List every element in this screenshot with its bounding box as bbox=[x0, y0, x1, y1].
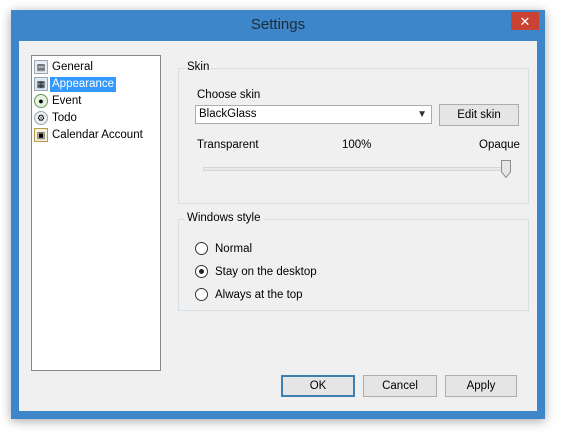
tree-item-general[interactable]: ▤ General bbox=[34, 59, 95, 75]
appearance-icon: ▦ bbox=[34, 77, 48, 91]
radio-stay-on-desktop[interactable]: Stay on the desktop bbox=[195, 265, 317, 278]
edit-skin-label: Edit skin bbox=[457, 109, 501, 121]
radio-normal[interactable]: Normal bbox=[195, 242, 252, 255]
choose-skin-label: Choose skin bbox=[197, 89, 261, 101]
settings-window: Settings ✕ ▤ General ▦ Appearance ● Even… bbox=[11, 10, 545, 419]
tree-item-calendar-account[interactable]: ▣ Calendar Account bbox=[34, 127, 145, 143]
cancel-label: Cancel bbox=[382, 380, 418, 392]
tree-item-event[interactable]: ● Event bbox=[34, 93, 83, 109]
tree-item-label: Todo bbox=[52, 111, 77, 124]
calendar-account-icon: ▣ bbox=[34, 128, 48, 142]
radio-circle[interactable] bbox=[195, 242, 208, 255]
ok-label: OK bbox=[309, 380, 327, 392]
transparent-label: Transparent bbox=[197, 139, 259, 151]
opaque-label: Opaque bbox=[479, 139, 520, 151]
skin-select-value: BlackGlass bbox=[199, 108, 257, 120]
opacity-value: 100% bbox=[342, 139, 372, 151]
tree-item-label: Appearance bbox=[50, 76, 117, 92]
event-icon: ● bbox=[34, 94, 48, 108]
chevron-down-icon: ▼ bbox=[417, 109, 427, 120]
todo-icon: ⚙ bbox=[34, 111, 48, 125]
tree-item-label: Event bbox=[52, 94, 82, 107]
settings-tree[interactable]: ▤ General ▦ Appearance ● Event ⚙ Todo ▣ … bbox=[31, 55, 161, 371]
radio-label: Always at the top bbox=[215, 288, 303, 301]
radio-circle[interactable] bbox=[195, 265, 208, 278]
ok-button[interactable]: OK bbox=[281, 375, 355, 397]
opacity-slider-track[interactable] bbox=[203, 167, 509, 171]
radio-circle[interactable] bbox=[195, 288, 208, 301]
window-title: Settings bbox=[250, 16, 306, 33]
radio-label: Normal bbox=[215, 242, 253, 255]
radio-always-on-top[interactable]: Always at the top bbox=[195, 288, 303, 301]
radio-label: Stay on the desktop bbox=[215, 265, 317, 278]
windows-style-group-title: Windows style bbox=[185, 212, 263, 224]
tree-item-todo[interactable]: ⚙ Todo bbox=[34, 110, 79, 126]
skin-select[interactable]: BlackGlass ▼ bbox=[195, 105, 432, 124]
tree-item-appearance[interactable]: ▦ Appearance bbox=[34, 76, 117, 92]
tree-item-label: General bbox=[52, 60, 93, 73]
apply-button[interactable]: Apply bbox=[445, 375, 517, 397]
tree-item-label: Calendar Account bbox=[52, 128, 143, 141]
skin-group-title: Skin bbox=[185, 61, 212, 73]
close-icon: ✕ bbox=[519, 13, 531, 29]
edit-skin-button[interactable]: Edit skin bbox=[439, 104, 519, 126]
close-button[interactable]: ✕ bbox=[511, 12, 539, 30]
title-bar[interactable]: Settings ✕ bbox=[11, 10, 545, 40]
dialog-body: ▤ General ▦ Appearance ● Event ⚙ Todo ▣ … bbox=[19, 41, 537, 411]
cancel-button[interactable]: Cancel bbox=[363, 375, 437, 397]
apply-label: Apply bbox=[466, 380, 496, 392]
opacity-slider-thumb[interactable] bbox=[501, 160, 511, 178]
general-icon: ▤ bbox=[34, 60, 48, 74]
